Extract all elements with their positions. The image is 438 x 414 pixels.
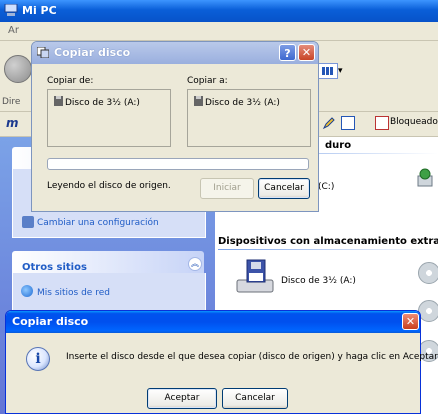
copy-status-text: Leyendo el disco de origen. bbox=[47, 181, 171, 191]
drive-c-label[interactable]: (C:) bbox=[318, 182, 334, 192]
copy-disk-icon bbox=[37, 47, 49, 58]
copy-from-label: Copiar de: bbox=[47, 76, 94, 86]
other-sites-heading: Otros sitios bbox=[22, 262, 87, 273]
message-box-titlebar[interactable]: Copiar disco ✕ bbox=[6, 311, 420, 333]
locked-label[interactable]: Bloqueado bbox=[390, 117, 438, 127]
hdd-section-heading: duro bbox=[325, 140, 352, 151]
toolbar-fragment: m bbox=[6, 116, 19, 130]
hard-drive-icon[interactable] bbox=[416, 168, 434, 190]
cd-drive-icon[interactable] bbox=[418, 262, 438, 284]
ok-button[interactable]: Aceptar bbox=[147, 388, 217, 409]
insert-disk-message-box: Copiar disco ✕ i Inserte el disco desde … bbox=[5, 310, 438, 414]
change-config-link[interactable]: Cambiar una configuración bbox=[37, 218, 159, 228]
help-button[interactable]: ? bbox=[279, 44, 296, 61]
close-button[interactable]: ✕ bbox=[402, 313, 419, 330]
cancel-button[interactable]: Cancelar bbox=[222, 388, 288, 409]
copy-disk-dialog: Copiar disco ? ✕ Copiar de: Copiar a: Di… bbox=[31, 41, 319, 212]
menubar-fragment[interactable]: Ar bbox=[8, 25, 19, 36]
info-icon: i bbox=[26, 347, 50, 371]
message-text: Inserte el disco desde el que desea copi… bbox=[66, 352, 438, 362]
floppy-drive-label[interactable]: Disco de 3½ (A:) bbox=[281, 276, 356, 286]
target-drive-label: Disco de 3½ (A:) bbox=[205, 98, 280, 108]
cd-drive-icon[interactable] bbox=[418, 300, 438, 322]
locked-icon[interactable] bbox=[375, 116, 389, 130]
views-icon[interactable] bbox=[318, 63, 338, 79]
my-network-link[interactable]: Mis sitios de red bbox=[37, 288, 110, 298]
collapse-chevron-icon[interactable]: ︽ bbox=[188, 257, 202, 271]
explorer-menubar: Ar bbox=[0, 22, 438, 41]
source-drive-list[interactable]: Disco de 3½ (A:) bbox=[47, 89, 171, 147]
copy-dialog-titlebar[interactable]: Copiar disco ? ✕ bbox=[32, 42, 318, 64]
removable-section-heading: Dispositivos con almacenamiento extraíbl bbox=[218, 236, 438, 247]
address-label: Dire bbox=[2, 97, 21, 107]
settings-icon bbox=[22, 216, 34, 228]
message-box-title: Copiar disco bbox=[12, 315, 89, 328]
views-dropdown-icon[interactable]: ▾ bbox=[338, 66, 343, 76]
source-drive-label: Disco de 3½ (A:) bbox=[65, 98, 140, 108]
target-drive-list[interactable]: Disco de 3½ (A:) bbox=[187, 89, 311, 147]
start-button[interactable]: Iniciar bbox=[200, 178, 254, 199]
floppy-icon bbox=[194, 96, 203, 106]
checkbox-icon[interactable] bbox=[341, 116, 355, 130]
section-divider bbox=[218, 249, 438, 250]
copy-progress-bar bbox=[47, 158, 309, 170]
cancel-button[interactable]: Cancelar bbox=[258, 178, 310, 199]
floppy-icon bbox=[54, 96, 63, 106]
back-button[interactable] bbox=[4, 55, 32, 83]
copy-to-label: Copiar a: bbox=[187, 76, 228, 86]
network-icon bbox=[21, 285, 33, 297]
explorer-title: Mi PC bbox=[22, 4, 57, 17]
target-drive-item[interactable]: Disco de 3½ (A:) bbox=[194, 96, 280, 108]
explorer-titlebar[interactable]: Mi PC bbox=[0, 0, 438, 22]
close-button[interactable]: ✕ bbox=[298, 44, 315, 61]
computer-icon bbox=[4, 4, 18, 16]
pencil-icon[interactable] bbox=[322, 116, 336, 130]
source-drive-item[interactable]: Disco de 3½ (A:) bbox=[54, 96, 140, 108]
copy-dialog-title: Copiar disco bbox=[54, 46, 131, 59]
floppy-drive-icon[interactable] bbox=[235, 258, 275, 298]
